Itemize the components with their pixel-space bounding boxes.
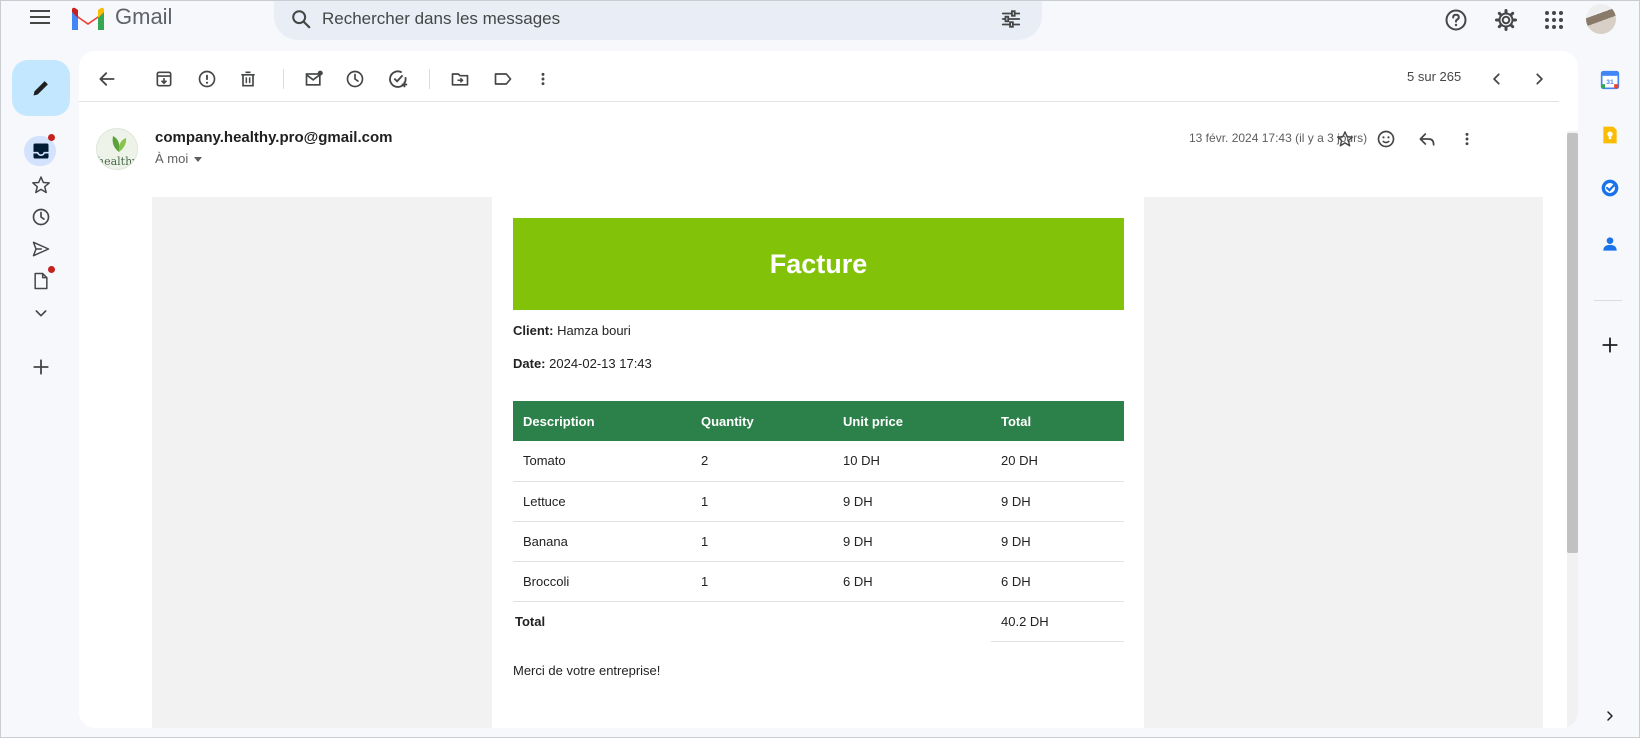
column-header: Quantity xyxy=(691,401,833,441)
main-menu-icon[interactable] xyxy=(26,6,54,32)
avatar-text: healthy xyxy=(97,155,138,168)
recipient-label: À moi xyxy=(155,151,189,166)
item-total: 9 DH xyxy=(991,521,1124,562)
message-view: 5 sur 265 healthy company.healthy.pro@gm… xyxy=(79,51,1578,728)
help-icon[interactable] xyxy=(1442,6,1470,34)
item-quantity: 1 xyxy=(691,521,833,562)
table-row: Broccoli 1 6 DH 6 DH xyxy=(513,561,1124,602)
account-avatar[interactable] xyxy=(1586,4,1616,34)
toolbar-divider xyxy=(283,69,284,89)
table-row: Tomato 2 10 DH 20 DH xyxy=(513,441,1124,482)
table-row: Banana 1 9 DH 9 DH xyxy=(513,521,1124,562)
item-description: Lettuce xyxy=(513,481,691,522)
tasks-icon[interactable] xyxy=(1596,174,1624,202)
toolbar-divider xyxy=(429,69,430,89)
app-name: Gmail xyxy=(115,4,173,29)
item-description: Broccoli xyxy=(513,561,691,602)
item-quantity: 2 xyxy=(691,441,833,482)
total-row: Total 40.2 DH xyxy=(513,601,1124,642)
snoozed-clock-icon[interactable] xyxy=(26,204,56,230)
contacts-icon[interactable] xyxy=(1596,230,1624,258)
back-icon[interactable] xyxy=(93,65,121,93)
star-icon[interactable] xyxy=(1331,125,1359,153)
apps-grid-icon[interactable] xyxy=(1540,6,1568,34)
more-vert-icon[interactable] xyxy=(529,65,557,93)
date-value: 2024-02-13 17:43 xyxy=(545,356,652,371)
gmail-logo-icon[interactable] xyxy=(70,6,106,32)
sender-avatar[interactable]: healthy xyxy=(96,128,138,170)
delete-icon[interactable] xyxy=(234,65,262,93)
table-row: Lettuce 1 9 DH 9 DH xyxy=(513,481,1124,522)
move-to-icon[interactable] xyxy=(446,65,474,93)
recipient-details[interactable]: À moi xyxy=(155,151,203,166)
total-value: 40.2 DH xyxy=(991,601,1124,642)
svg-text:31: 31 xyxy=(1606,79,1614,86)
column-header: Description xyxy=(513,401,691,441)
item-unit-price: 9 DH xyxy=(833,481,991,522)
mark-unread-icon[interactable] xyxy=(300,65,328,93)
search-input[interactable]: Rechercher dans les messages xyxy=(322,9,560,29)
total-label: Total xyxy=(515,613,546,629)
client-value: Hamza bouri xyxy=(553,323,631,338)
item-quantity: 1 xyxy=(691,481,833,522)
table-header-row: Description Quantity Unit price Total xyxy=(513,401,1124,441)
show-side-panel-chevron-icon[interactable] xyxy=(1596,702,1624,730)
item-unit-price: 10 DH xyxy=(833,441,991,482)
invoice-table: Description Quantity Unit price Total To… xyxy=(513,401,1124,642)
client-label: Client: xyxy=(513,323,554,338)
item-total: 20 DH xyxy=(991,441,1124,482)
get-addons-plus-icon[interactable] xyxy=(1596,331,1624,359)
create-label-plus-icon[interactable] xyxy=(26,354,56,380)
add-task-icon[interactable] xyxy=(384,65,412,93)
item-quantity: 1 xyxy=(691,561,833,602)
inbox-icon[interactable] xyxy=(26,138,56,164)
leaf-logo-icon xyxy=(112,136,127,152)
invoice-title: Facture xyxy=(513,218,1124,310)
previous-message-chevron-icon[interactable] xyxy=(1483,65,1511,93)
item-total: 6 DH xyxy=(991,561,1124,602)
scrollbar-thumb[interactable] xyxy=(1567,133,1578,553)
search-icon[interactable] xyxy=(290,8,312,30)
column-header: Total xyxy=(991,401,1124,441)
archive-icon[interactable] xyxy=(150,65,178,93)
item-total: 9 DH xyxy=(991,481,1124,522)
column-header: Unit price xyxy=(833,401,991,441)
item-description: Tomato xyxy=(513,441,691,482)
emoji-reaction-icon[interactable] xyxy=(1372,125,1400,153)
thank-you-message: Merci de votre entreprise! xyxy=(513,663,661,678)
search-bar[interactable]: Rechercher dans les messages xyxy=(274,0,1042,40)
item-unit-price: 9 DH xyxy=(833,521,991,562)
date-label: Date: xyxy=(513,356,546,371)
expand-more-icon[interactable] xyxy=(26,300,56,326)
compose-button[interactable] xyxy=(12,60,70,116)
drafts-dot xyxy=(48,266,55,273)
side-panel-divider xyxy=(1594,300,1622,301)
starred-icon[interactable] xyxy=(26,172,56,198)
client-line: Client: Hamza bouri xyxy=(513,323,631,338)
next-message-chevron-icon[interactable] xyxy=(1525,65,1553,93)
date-line: Date: 2024-02-13 17:43 xyxy=(513,356,652,371)
toolbar-divider-line xyxy=(79,101,1559,102)
message-more-icon[interactable] xyxy=(1453,125,1481,153)
item-description: Banana xyxy=(513,521,691,562)
top-bar: Gmail Rechercher dans les messages xyxy=(0,0,1640,40)
calendar-icon[interactable]: 31 xyxy=(1596,66,1624,94)
caret-down-icon[interactable] xyxy=(194,157,203,163)
invoice: Facture Client: Hamza bouri Date: 2024-0… xyxy=(492,197,1144,728)
report-spam-icon[interactable] xyxy=(193,65,221,93)
inbox-unread-dot xyxy=(48,134,55,141)
search-options-icon[interactable] xyxy=(1000,8,1022,30)
pencil-icon xyxy=(33,81,48,96)
settings-gear-icon[interactable] xyxy=(1492,6,1520,34)
item-unit-price: 6 DH xyxy=(833,561,991,602)
keep-notes-icon[interactable] xyxy=(1596,121,1624,149)
sent-icon[interactable] xyxy=(26,236,56,262)
reply-icon[interactable] xyxy=(1413,125,1441,153)
snooze-icon[interactable] xyxy=(341,65,369,93)
sender-email[interactable]: company.healthy.pro@gmail.com xyxy=(155,129,392,146)
pagination-count: 5 sur 265 xyxy=(1407,69,1462,84)
label-icon[interactable] xyxy=(489,65,517,93)
